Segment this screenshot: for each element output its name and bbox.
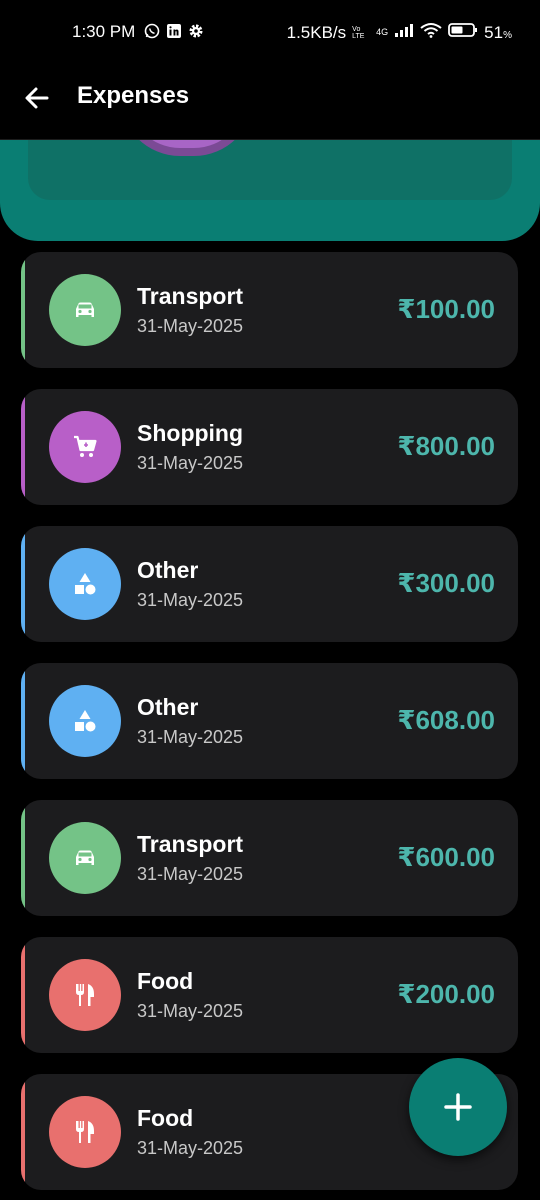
expense-amount: ₹600.00 [397, 842, 495, 872]
expense-amount: ₹300.00 [397, 568, 495, 598]
expense-date: 31-May-2025 [137, 453, 244, 473]
status-system-icons: 1.5KB/s Vo LTE 4G 51% [287, 22, 512, 43]
battery-icon [448, 22, 478, 43]
wifi-icon [420, 22, 442, 43]
plus-icon [444, 1093, 472, 1121]
expense-amount: ₹100.00 [397, 294, 495, 324]
fork-knife-icon [71, 981, 99, 1009]
fork-knife-icon [71, 1118, 99, 1146]
volte-label: Vo LTE [352, 25, 365, 40]
category-accent-bar [21, 252, 25, 368]
expense-category: Food [137, 968, 194, 994]
category-accent-bar [21, 1074, 25, 1190]
gear-icon [188, 23, 204, 39]
expense-date: 31-May-2025 [137, 316, 244, 336]
expense-date: 31-May-2025 [137, 1138, 244, 1158]
category-icon-circle [49, 274, 121, 346]
category-icon-circle [49, 822, 121, 894]
expense-amount: ₹608.00 [397, 705, 495, 735]
battery-percent: 51% [484, 22, 512, 42]
network-speed: 1.5KB/s [286, 22, 347, 42]
status-time: 1:30 PM [72, 22, 136, 41]
arrow-left-icon [25, 87, 49, 109]
car-icon [71, 844, 99, 872]
car-icon [71, 296, 99, 324]
signal-icon [394, 22, 414, 43]
expense-category: Other [137, 557, 199, 583]
expense-category: Transport [137, 831, 244, 857]
expense-item[interactable]: Transport 31-May-2025 ₹100.00 [21, 252, 518, 368]
category-icon-circle [49, 685, 121, 757]
linkedin-icon [166, 23, 182, 39]
expense-category: Transport [137, 283, 244, 309]
expense-item[interactable]: Other 31-May-2025 ₹608.00 [21, 663, 518, 779]
app-bar: Expenses [0, 66, 540, 140]
whatsapp-icon [144, 23, 160, 39]
expense-amount: ₹200.00 [397, 979, 495, 1009]
network-type-label: 4G [376, 27, 389, 37]
status-bar: 1:30 PM 1.5KB/s Vo LTE 4G 51% [0, 0, 540, 66]
expense-item[interactable]: Other 31-May-2025 ₹300.00 [21, 526, 518, 642]
category-accent-bar [21, 663, 25, 779]
expense-category: Shopping [137, 420, 244, 446]
category-accent-bar [21, 937, 25, 1053]
summary-card-inner [28, 134, 512, 200]
expense-date: 31-May-2025 [137, 590, 244, 610]
back-button[interactable] [22, 83, 52, 113]
category-icon-circle [49, 1096, 121, 1168]
page-title: Expenses [77, 82, 190, 109]
expense-category: Food [137, 1105, 194, 1131]
shopping-cart-icon [71, 433, 99, 461]
category-icon-circle [49, 548, 121, 620]
add-expense-button[interactable] [409, 1058, 507, 1156]
category-icon-circle [49, 411, 121, 483]
expense-amount: ₹800.00 [397, 431, 495, 461]
expense-item[interactable]: Transport 31-May-2025 ₹600.00 [21, 800, 518, 916]
expense-date: 31-May-2025 [137, 727, 244, 747]
shapes-icon [71, 707, 99, 735]
category-accent-bar [21, 389, 25, 505]
category-icon-circle [49, 959, 121, 1031]
expense-category: Other [137, 694, 199, 720]
shapes-icon [71, 570, 99, 598]
expense-item[interactable]: Food 31-May-2025 ₹200.00 [21, 937, 518, 1053]
status-notification-icons [144, 23, 204, 39]
category-accent-bar [21, 800, 25, 916]
expense-date: 31-May-2025 [137, 1001, 244, 1021]
expense-item[interactable]: Shopping 31-May-2025 ₹800.00 [21, 389, 518, 505]
category-accent-bar [21, 526, 25, 642]
expense-date: 31-May-2025 [137, 864, 244, 884]
